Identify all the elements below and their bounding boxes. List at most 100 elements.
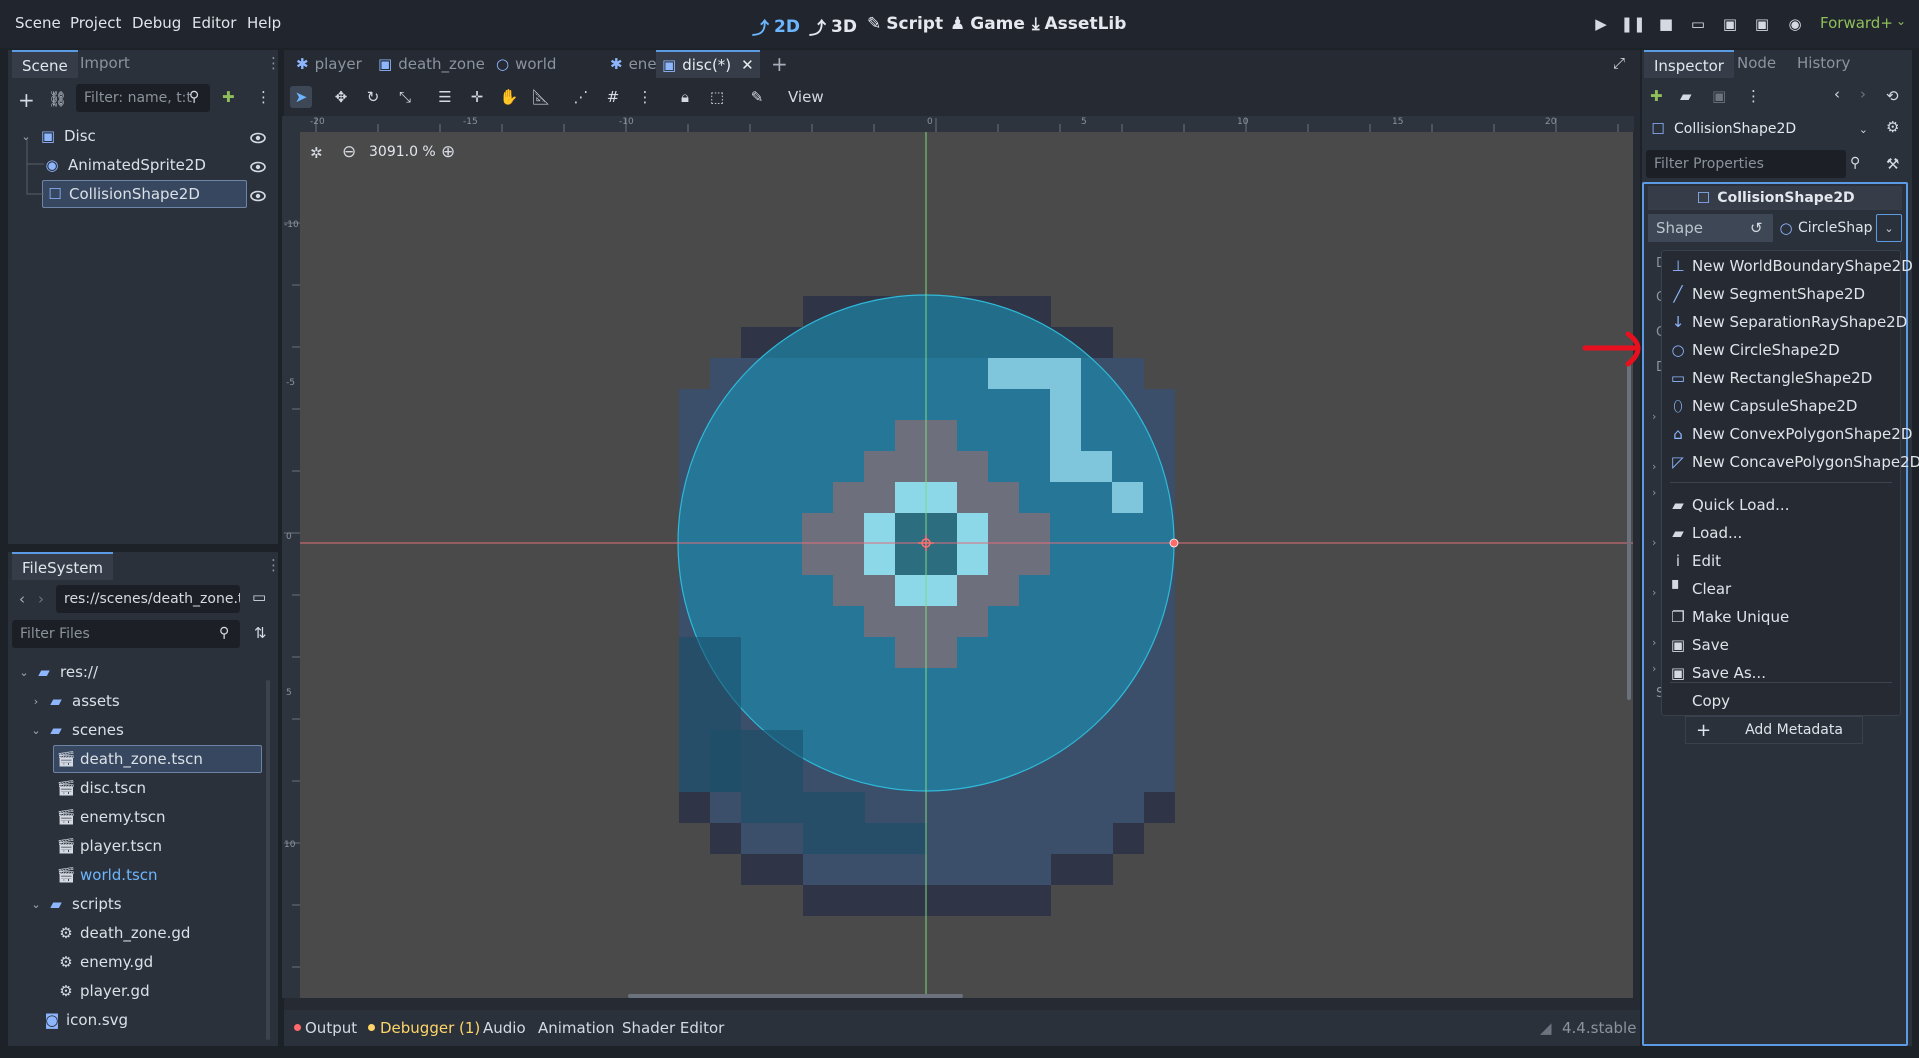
tab-death-zone[interactable]: ▣ death_zone (372, 50, 491, 78)
save-icon[interactable]: ▣ (1712, 87, 1726, 105)
close-icon[interactable]: ✕ (741, 56, 754, 74)
horizontal-scrollbar[interactable] (628, 994, 963, 998)
back-arrow-icon[interactable]: ‹ (1834, 85, 1840, 103)
movie-maker-icon[interactable]: ◉ (1785, 14, 1805, 34)
tools-icon[interactable]: ⚒ (1886, 155, 1899, 173)
tree-node-collisionshape2d[interactable]: ☐ CollisionShape2D (42, 180, 247, 208)
move-tool-icon[interactable]: ✥ (330, 86, 352, 108)
sort-icon[interactable]: ⇅ (254, 624, 267, 642)
filesystem-path-input[interactable]: res://scenes/death_zone.t (56, 585, 240, 613)
file-filter-input[interactable]: Filter Files (12, 620, 240, 648)
chevron-right-icon[interactable]: › (1652, 536, 1656, 549)
zoom-level[interactable]: 3091.0 % (369, 144, 436, 160)
workspace-game-button[interactable]: ♟ Game (950, 14, 1025, 34)
new-resource-icon[interactable]: ✚ (1650, 87, 1663, 105)
menu-item-new-worldboundaryshape2d[interactable]: ⊥ New WorldBoundaryShape2D (1662, 252, 1912, 280)
list-item[interactable]: › ▰ assets (28, 687, 120, 715)
shape-dropdown-button[interactable]: ⌄ (1876, 214, 1902, 242)
chevron-right-icon[interactable]: › (1652, 486, 1656, 499)
dock-menu-icon[interactable]: ⋮ (266, 556, 281, 574)
bottom-tab-animation[interactable]: Animation (538, 1019, 614, 1037)
list-item[interactable]: ⚙ enemy.gd (58, 948, 153, 976)
list-item[interactable]: ⌄ ▰ res:// (16, 658, 98, 686)
add-node-icon[interactable]: + (18, 88, 35, 112)
menu-item-new-rectangleshape2d[interactable]: ▭ New RectangleShape2D (1662, 364, 1900, 392)
menu-item-new-segmentshape2d[interactable]: ╱ New SegmentShape2D (1662, 280, 1900, 308)
center-view-icon[interactable]: ✲ (310, 144, 323, 162)
fullscreen-icon[interactable]: ⤢ (1613, 54, 1625, 72)
zoom-out-icon[interactable]: ⊖ (342, 142, 356, 162)
list-item[interactable]: ⌄ ▰ scripts (28, 890, 121, 918)
radius-handle[interactable] (1169, 538, 1179, 548)
menu-item-make-unique[interactable]: ❐ Make Unique (1662, 603, 1900, 631)
vertical-scrollbar[interactable] (1627, 362, 1631, 700)
list-item[interactable]: 🎬︎ disc.tscn (56, 774, 146, 802)
menu-item-clear[interactable]: ▘ Clear (1662, 575, 1900, 603)
list-item[interactable]: ⌄ ▰ scenes (28, 716, 123, 744)
workspace-assetlib-button[interactable]: ⤓ AssetLib (1032, 14, 1126, 34)
tab-filesystem[interactable]: FileSystem (12, 552, 114, 580)
menu-project[interactable]: Project (70, 14, 121, 32)
shape-resource-picker[interactable]: ○ CircleShap (1774, 214, 1882, 242)
link-icon[interactable]: ⛓ (48, 90, 67, 108)
stop-icon[interactable]: ■ (1656, 14, 1676, 34)
view-menu[interactable]: View (788, 88, 824, 106)
tab-disc[interactable]: ▣ disc(*) ✕ (656, 50, 760, 78)
workspace-script-button[interactable]: ✎ Script (867, 14, 943, 34)
smart-snap-icon[interactable]: ⋰ (570, 86, 592, 108)
pan-tool-icon[interactable]: ✋ (498, 86, 520, 108)
canvas-viewport[interactable]: ✲ ⊖ 3091.0 % ⊕ (300, 132, 1633, 998)
menu-item-save[interactable]: ▣ Save (1662, 631, 1900, 659)
list-item[interactable]: 🎬︎ world.tscn (56, 861, 157, 889)
menu-item-new-concavepolygonshape2d[interactable]: ◸ New ConcavePolygonShape2D (1662, 448, 1919, 476)
play-custom-scene-icon[interactable]: ▣ (1752, 14, 1772, 34)
tree-node-animatedsprite2d[interactable]: ◉ AnimatedSprite2D (44, 151, 244, 179)
menu-item-copy[interactable]: Copy (1662, 687, 1900, 715)
menu-item-new-circleshape2d[interactable]: ○ New CircleShape2D (1662, 336, 1900, 364)
chevron-right-icon[interactable]: › (1652, 460, 1656, 473)
list-item[interactable]: 🎬︎ death_zone.tscn (53, 745, 262, 773)
play-icon[interactable]: ▶ (1591, 14, 1611, 34)
zoom-in-icon[interactable]: ⊕ (441, 142, 455, 162)
bottom-tab-output[interactable]: Output (305, 1019, 357, 1037)
chevron-right-icon[interactable]: › (1652, 410, 1656, 423)
workspace-3d-button[interactable]: ⤴ 3D (809, 14, 857, 40)
scale-tool-icon[interactable]: ⤡ (394, 86, 416, 108)
list-item[interactable]: 🎬︎ player.tscn (56, 832, 162, 860)
menu-scene[interactable]: Scene (15, 14, 61, 32)
group-icon[interactable]: ⬚ (706, 86, 728, 108)
workspace-2d-button[interactable]: ⤴ 2D (752, 14, 800, 40)
visibility-eye-icon[interactable] (250, 188, 266, 204)
menu-item-edit[interactable]: ⅰ Edit (1662, 547, 1900, 575)
snap-options-icon[interactable]: ⋮ (634, 86, 656, 108)
bone-icon[interactable]: ✎ (746, 86, 768, 108)
menu-item-load[interactable]: ▰ Load... (1662, 519, 1900, 547)
inspector-menu-icon[interactable]: ⋮ (1746, 87, 1761, 105)
tab-player[interactable]: ✱ player (290, 50, 368, 78)
tab-inspector[interactable]: Inspector (1644, 50, 1734, 78)
split-view-icon[interactable]: ▭ (252, 588, 266, 606)
list-item[interactable]: ◙ icon.svg (44, 1006, 128, 1034)
tab-world[interactable]: ○ world (490, 50, 562, 78)
scene-menu-icon[interactable]: ⋮ (256, 88, 271, 106)
tab-node[interactable]: Node (1737, 54, 1776, 72)
ruler-tool-icon[interactable]: 📐︎ (530, 86, 552, 108)
add-metadata-button[interactable]: + Add Metadata (1685, 716, 1863, 744)
menu-help[interactable]: Help (247, 14, 281, 32)
list-item[interactable]: ⚙ player.gd (58, 977, 149, 1005)
filesystem-scrollbar[interactable] (266, 680, 270, 1040)
menu-item-new-separationrayshape2d[interactable]: ↓ New SeparationRayShape2D (1662, 308, 1908, 336)
renderer-select[interactable]: Forward+ (1820, 14, 1893, 32)
revert-icon[interactable]: ↺ (1750, 219, 1763, 237)
menu-item-new-capsuleshape2d[interactable]: ⬯ New CapsuleShape2D (1662, 392, 1900, 420)
pivot-tool-icon[interactable]: ✛ (466, 86, 488, 108)
rotate-tool-icon[interactable]: ↻ (362, 86, 384, 108)
filter-properties-input[interactable]: Filter Properties (1646, 150, 1846, 178)
chevron-right-icon[interactable]: › (1652, 586, 1656, 599)
tab-scene[interactable]: Scene (12, 50, 78, 78)
object-selector[interactable]: ☐ CollisionShape2D ⌄ (1646, 115, 1874, 143)
bottom-tab-shader-editor[interactable]: Shader Editor (622, 1019, 724, 1037)
history-icon[interactable]: ⟲ (1886, 87, 1899, 105)
tab-history[interactable]: History (1797, 54, 1850, 72)
grid-snap-icon[interactable]: # (602, 86, 624, 108)
